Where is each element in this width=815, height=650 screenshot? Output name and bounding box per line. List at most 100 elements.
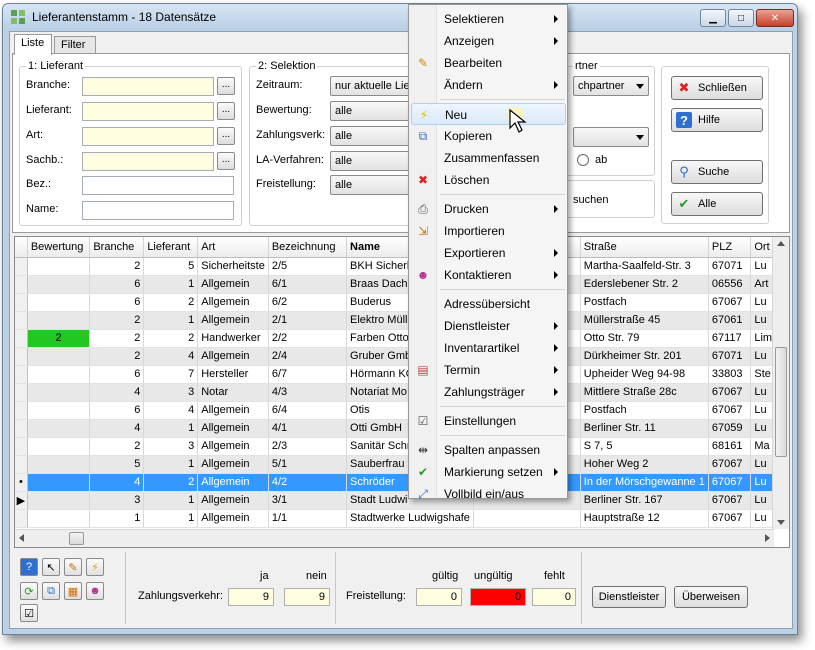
table-cell[interactable]: 6 [89, 401, 145, 420]
table-row[interactable]: 6 7 Hersteller 6/7 Hörmann KG Upheider Weg 94… [15, 365, 789, 384]
row-indicator[interactable] [15, 293, 28, 312]
menu-item-exportieren[interactable]: Exportieren [411, 242, 566, 264]
art-browse-button[interactable]: ... [217, 127, 235, 145]
table-cell[interactable]: 67067 [708, 401, 752, 420]
table-cell[interactable]: 2 [89, 257, 145, 276]
table-cell[interactable]: 3 [89, 491, 145, 510]
table-cell[interactable]: Hauptstraße 12 [580, 509, 709, 528]
menu-item-importieren[interactable]: ⇲ Importieren [411, 220, 566, 242]
sachb-browse-button[interactable]: ... [217, 152, 235, 170]
menu-item-zahlungsträger[interactable]: Zahlungsträger [411, 381, 566, 403]
select-tool-button[interactable]: ↖ [42, 558, 60, 576]
table-cell[interactable]: 4 [89, 419, 145, 438]
table-cell[interactable]: 67117 [708, 329, 752, 348]
menu-item-bearbeiten[interactable]: ✎ Bearbeiten [411, 52, 566, 74]
table-cell[interactable]: Allgemein [197, 455, 269, 474]
partner-select[interactable]: chpartner [573, 76, 649, 96]
table-cell[interactable]: Hersteller [197, 365, 269, 384]
settings-tool-button[interactable]: ☑ [20, 604, 38, 622]
table-cell[interactable]: 4 [89, 473, 145, 492]
tab-filter[interactable]: Filter [54, 36, 96, 54]
table-cell[interactable]: 2 [143, 473, 199, 492]
art-field[interactable] [82, 127, 214, 146]
suche-button[interactable]: ⚲ Suche [671, 160, 763, 184]
edit-tool-button[interactable]: ✎ [64, 558, 82, 576]
column-header[interactable]: Bezeichnung [268, 237, 348, 258]
menu-item-neu[interactable]: ⚡ Neu [411, 103, 566, 125]
table-cell[interactable]: Allgemein [197, 347, 269, 366]
row-indicator[interactable] [15, 329, 28, 348]
table-cell[interactable]: Edersleben​er Str. 2 [580, 275, 709, 294]
column-header[interactable]: Straße [580, 237, 709, 258]
alle-button[interactable]: ✔ Alle [671, 192, 763, 216]
menu-item-spalten-anpassen[interactable]: ⇹ Spalten anpassen [411, 439, 566, 461]
table-cell[interactable]: 6/2 [268, 293, 348, 312]
table-row[interactable]: 5 1 Allgemein 5/1 Sauberfrau Hoher Weg 2 67067… [15, 455, 789, 474]
menu-item-einstellungen[interactable]: ☑ Einstellungen [411, 410, 566, 432]
table-cell[interactable]: Allgemein [197, 419, 269, 438]
row-indicator[interactable] [15, 455, 28, 474]
table-cell[interactable]: 67071 [708, 257, 752, 276]
table-cell[interactable]: 67067 [708, 473, 752, 492]
horizontal-scrollbar[interactable] [15, 529, 774, 547]
row-indicator[interactable] [15, 275, 28, 294]
table-cell[interactable]: 2 [89, 437, 145, 456]
table-cell[interactable] [27, 257, 91, 276]
table-cell[interactable] [27, 365, 91, 384]
table-cell[interactable]: 2 [89, 347, 145, 366]
table-cell[interactable] [27, 401, 91, 420]
table-cell[interactable] [27, 455, 91, 474]
table-cell[interactable]: 6/1 [268, 275, 348, 294]
table-cell[interactable]: 7 [143, 365, 199, 384]
table-cell[interactable]: 5 [143, 257, 199, 276]
row-indicator[interactable]: ▶ [15, 491, 28, 510]
table-cell[interactable]: 67067 [708, 293, 752, 312]
table-cell[interactable]: 2/2 [268, 329, 348, 348]
branche-field[interactable] [82, 77, 214, 96]
table-cell[interactable]: 67061 [708, 311, 752, 330]
column-header[interactable]: Bewertung [27, 237, 91, 258]
row-indicator[interactable] [15, 347, 28, 366]
scroll-up-icon[interactable] [777, 241, 785, 246]
bez-field[interactable] [82, 176, 234, 195]
column-header[interactable]: Lieferant [143, 237, 199, 258]
table-cell[interactable]: 2/1 [268, 311, 348, 330]
table-row[interactable]: 6 4 Allgemein 6/4 Otis Postfach 67067 Lu [15, 401, 789, 420]
table-cell[interactable]: 06556 [708, 275, 752, 294]
table-cell[interactable]: Hoher Weg 2 [580, 455, 709, 474]
menu-item-inventarartikel[interactable]: Inventarartikel [411, 337, 566, 359]
table-cell[interactable]: Müllerstraße 45 [580, 311, 709, 330]
table-cell[interactable]: 3/1 [268, 491, 348, 510]
table-cell[interactable]: 2/4 [268, 347, 348, 366]
table-row[interactable]: 6 1 Allgemein 6/1 Braas Dacha Edersleben​er S… [15, 275, 789, 294]
table-cell[interactable]: 6/4 [268, 401, 348, 420]
table-cell[interactable] [27, 509, 91, 528]
table-cell[interactable]: 2 [143, 293, 199, 312]
table-cell[interactable]: 4 [143, 347, 199, 366]
table-cell[interactable]: 2 [143, 329, 199, 348]
table-cell[interactable]: 67067 [708, 491, 752, 510]
menu-item-zusammenfassen[interactable]: Zusammenfassen [411, 147, 566, 169]
lieferanten-grid[interactable]: Bewertung Branche Lieferant Art Bezeichnung N… [14, 236, 790, 548]
table-cell[interactable]: 4/1 [268, 419, 348, 438]
menu-item-ändern[interactable]: Ändern [411, 74, 566, 96]
scroll-left-icon[interactable] [19, 534, 24, 542]
table-cell[interactable]: 6 [89, 365, 145, 384]
row-indicator[interactable]: • [15, 473, 28, 492]
table-cell[interactable]: Sicherheitste [197, 257, 269, 276]
table-cell[interactable]: Postfach [580, 293, 709, 312]
table-cell[interactable]: Allgemein [197, 401, 269, 420]
column-header[interactable]: Branche [89, 237, 145, 258]
table-cell[interactable]: 33803 [708, 365, 752, 384]
ueberweisen-button[interactable]: Überweisen [674, 586, 748, 608]
table-cell[interactable] [27, 311, 91, 330]
maximize-button[interactable]: □ [728, 9, 754, 27]
menu-item-adressübersicht[interactable]: Adressübersicht [411, 293, 566, 315]
table-cell[interactable]: 1/1 [268, 509, 348, 528]
table-cell[interactable]: S 7, 5 [580, 437, 709, 456]
menu-item-drucken[interactable]: ⎙ Drucken [411, 198, 566, 220]
table-cell[interactable] [27, 437, 91, 456]
table-cell[interactable]: 5 [89, 455, 145, 474]
row-indicator[interactable] [15, 401, 28, 420]
table-cell[interactable]: 1 [143, 311, 199, 330]
